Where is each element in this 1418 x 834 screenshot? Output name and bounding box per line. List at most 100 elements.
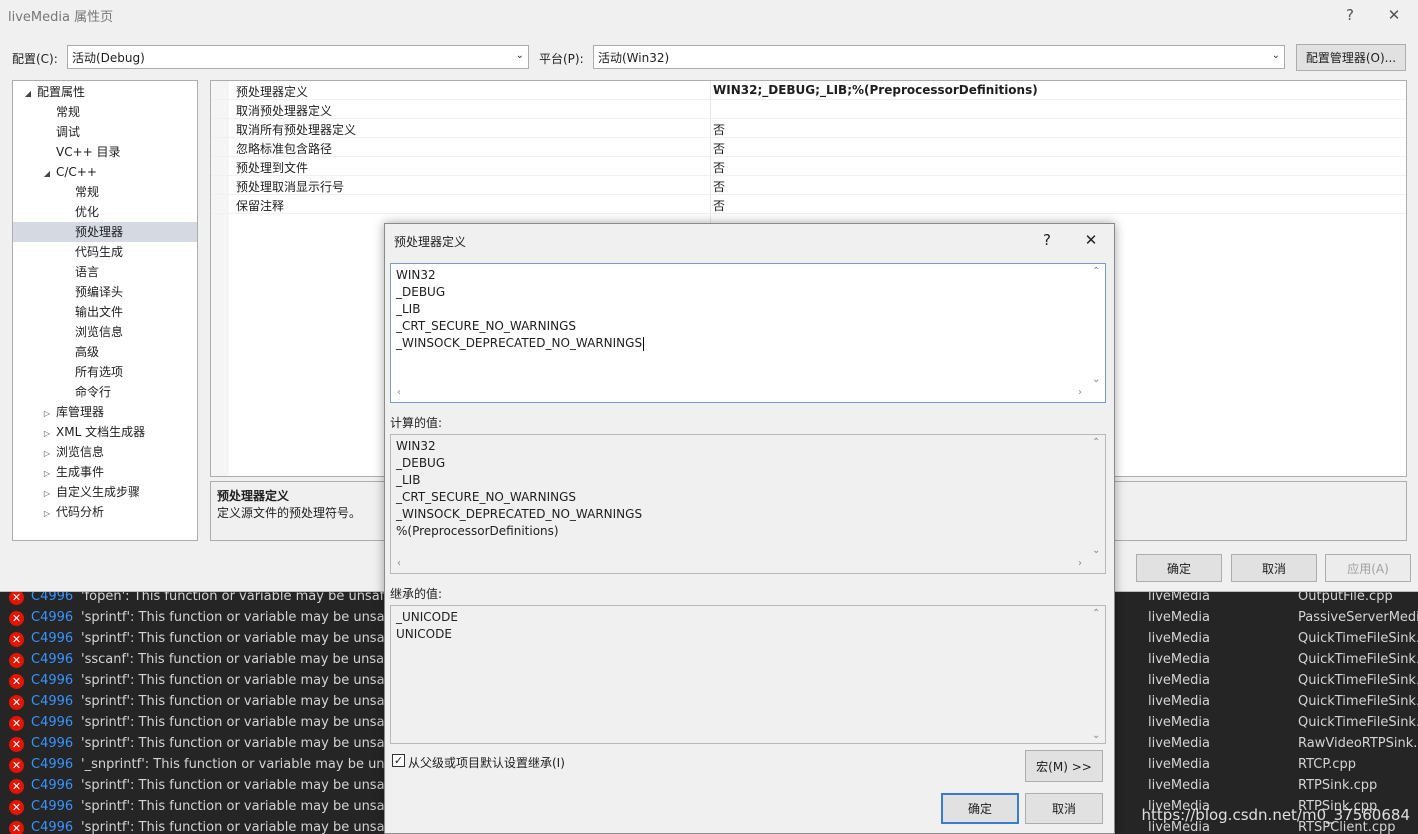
expander-icon[interactable]: ▷ <box>41 424 53 444</box>
scroll-down-icon[interactable]: ⌄ <box>1092 730 1100 741</box>
error-code-link[interactable]: C4996 <box>31 610 73 625</box>
vertical-scrollbar[interactable]: ⌃ ⌄ <box>1088 435 1105 556</box>
cancel-button[interactable]: 取消 <box>1231 554 1317 582</box>
property-value[interactable]: WIN32;_DEBUG;_LIB;%(PreprocessorDefiniti… <box>713 83 1038 97</box>
inherit-checkbox-label[interactable]: 从父级或项目默认设置继承(I) <box>408 754 565 771</box>
tree-item[interactable]: 输出文件 <box>13 302 197 322</box>
scroll-down-icon[interactable]: ⌄ <box>1092 374 1100 385</box>
horizontal-scrollbar[interactable]: ‹ › <box>391 556 1088 573</box>
tree-item[interactable]: 优化 <box>13 202 197 222</box>
expander-icon[interactable]: ▷ <box>41 404 53 424</box>
expander-icon[interactable]: ▷ <box>41 504 53 524</box>
property-value[interactable]: 否 <box>713 140 725 157</box>
close-icon[interactable]: ✕ <box>1376 2 1412 28</box>
expander-icon[interactable]: ▷ <box>41 484 53 504</box>
definitions-textarea[interactable]: ⌃ ⌄ ‹ › WIN32 _DEBUG _LIB _CRT_SECURE_NO_WA… <box>390 263 1106 403</box>
tree-item[interactable]: 常规 <box>13 102 197 122</box>
scroll-left-icon[interactable]: ‹ <box>397 558 401 569</box>
tree-item[interactable]: ▷ 库管理器 <box>13 402 197 422</box>
tree-item[interactable]: 调试 <box>13 122 197 142</box>
text-caret <box>643 337 644 351</box>
expander-icon[interactable]: ◢ <box>41 164 53 184</box>
tree-item-label: 调试 <box>56 125 81 139</box>
error-code-link[interactable]: C4996 <box>31 631 73 646</box>
error-icon: ✕ <box>9 632 24 647</box>
description-body: 定义源文件的预处理符号。 <box>217 506 362 520</box>
tree-item[interactable]: 浏览信息 <box>13 322 197 342</box>
scroll-right-icon[interactable]: › <box>1078 387 1082 398</box>
expander-icon[interactable]: ▷ <box>41 464 53 484</box>
error-code-link[interactable]: C4996 <box>31 820 73 834</box>
error-code-link[interactable]: C4996 <box>31 736 73 751</box>
property-row[interactable]: 忽略标准包含路径 否 <box>211 138 1406 157</box>
platform-combo[interactable]: 活动(Win32) ⌄ <box>593 45 1285 69</box>
property-row[interactable]: 取消预处理器定义 <box>211 100 1406 119</box>
error-code-link[interactable]: C4996 <box>31 592 73 604</box>
config-combo[interactable]: 活动(Debug) ⌄ <box>67 45 529 69</box>
config-manager-button[interactable]: 配置管理器(O)... <box>1296 44 1406 71</box>
error-message: 'sprintf': This function or variable may… <box>81 610 423 625</box>
scroll-right-icon[interactable]: › <box>1078 558 1082 569</box>
error-message: 'sprintf': This function or variable may… <box>81 736 423 751</box>
tree-item-label: 库管理器 <box>56 405 105 419</box>
tree-item[interactable]: ◢ C/C++ <box>13 162 197 182</box>
tree-item[interactable]: 语言 <box>13 262 197 282</box>
ok-button[interactable]: 确定 <box>1136 554 1222 582</box>
computed-values-box[interactable]: ⌃ ⌄ ‹ › WIN32 _DEBUG _LIB _CRT_SECURE_NO_WA… <box>390 434 1106 574</box>
tree-item[interactable]: 常规 <box>13 182 197 202</box>
expander-icon[interactable]: ▷ <box>41 444 53 464</box>
tree-item[interactable]: VC++ 目录 <box>13 142 197 162</box>
property-value[interactable]: 否 <box>713 178 725 195</box>
property-row[interactable]: 预处理器定义 WIN32;_DEBUG;_LIB;%(PreprocessorDe… <box>211 81 1406 100</box>
scroll-down-icon[interactable]: ⌄ <box>1092 545 1100 556</box>
check-icon: ✓ <box>393 754 404 767</box>
scroll-up-icon[interactable]: ⌃ <box>1092 608 1100 619</box>
property-value[interactable]: 否 <box>713 197 725 214</box>
help-icon[interactable]: ? <box>1032 228 1062 252</box>
tree-item[interactable]: 预编译头 <box>13 282 197 302</box>
expander-icon[interactable]: ◢ <box>22 84 34 104</box>
property-tree[interactable]: ◢ 配置属性 常规 调试 VC++ 目录 ◢ C/C++ 常规 优化 预处理器 代码生成 语言 预编译头… <box>12 80 198 541</box>
chevron-down-icon: ⌄ <box>515 50 524 61</box>
definition-line: WIN32 <box>396 268 436 282</box>
property-row[interactable]: 预处理取消显示行号 否 <box>211 176 1406 195</box>
scroll-up-icon[interactable]: ⌃ <box>1092 437 1100 448</box>
tree-item[interactable]: 所有选项 <box>13 362 197 382</box>
property-value[interactable]: 否 <box>713 159 725 176</box>
horizontal-scrollbar[interactable]: ‹ › <box>391 385 1088 402</box>
apply-button[interactable]: 应用(A) <box>1325 554 1411 582</box>
close-icon[interactable]: ✕ <box>1076 228 1106 252</box>
tree-item[interactable]: ▷ 生成事件 <box>13 462 197 482</box>
tree-item[interactable]: 高级 <box>13 342 197 362</box>
tree-item[interactable]: ▷ XML 文档生成器 <box>13 422 197 442</box>
error-code-link[interactable]: C4996 <box>31 673 73 688</box>
property-row[interactable]: 预处理到文件 否 <box>211 157 1406 176</box>
macro-button[interactable]: 宏(M) >> <box>1025 750 1103 782</box>
property-row[interactable]: 保留注释 否 <box>211 195 1406 214</box>
property-value[interactable]: 否 <box>713 121 725 138</box>
error-code-link[interactable]: C4996 <box>31 757 73 772</box>
vertical-scrollbar[interactable]: ⌃ ⌄ <box>1088 264 1105 385</box>
tree-item[interactable]: ▷ 浏览信息 <box>13 442 197 462</box>
vertical-scrollbar[interactable]: ⌃ ⌄ <box>1088 606 1105 743</box>
scroll-left-icon[interactable]: ‹ <box>397 387 401 398</box>
dialog-cancel-button[interactable]: 取消 <box>1025 793 1103 824</box>
tree-item[interactable]: 预处理器 <box>13 222 197 242</box>
help-icon[interactable]: ? <box>1332 2 1368 28</box>
tree-item[interactable]: ◢ 配置属性 <box>13 82 197 102</box>
tree-item[interactable]: 代码生成 <box>13 242 197 262</box>
inherit-checkbox[interactable]: ✓ <box>392 754 405 767</box>
error-code-link[interactable]: C4996 <box>31 652 73 667</box>
definition-line: _WINSOCK_DEPRECATED_NO_WARNINGS <box>396 336 643 350</box>
error-code-link[interactable]: C4996 <box>31 778 73 793</box>
dialog-ok-button[interactable]: 确定 <box>941 793 1019 824</box>
property-row[interactable]: 取消所有预处理器定义 否 <box>211 119 1406 138</box>
tree-item[interactable]: 命令行 <box>13 382 197 402</box>
tree-item[interactable]: ▷ 代码分析 <box>13 502 197 522</box>
tree-item[interactable]: ▷ 自定义生成步骤 <box>13 482 197 502</box>
error-code-link[interactable]: C4996 <box>31 715 73 730</box>
error-code-link[interactable]: C4996 <box>31 694 73 709</box>
error-code-link[interactable]: C4996 <box>31 799 73 814</box>
scroll-up-icon[interactable]: ⌃ <box>1092 266 1100 277</box>
inherited-values-box[interactable]: ⌃ ⌄ _UNICODE UNICODE <box>390 605 1106 744</box>
